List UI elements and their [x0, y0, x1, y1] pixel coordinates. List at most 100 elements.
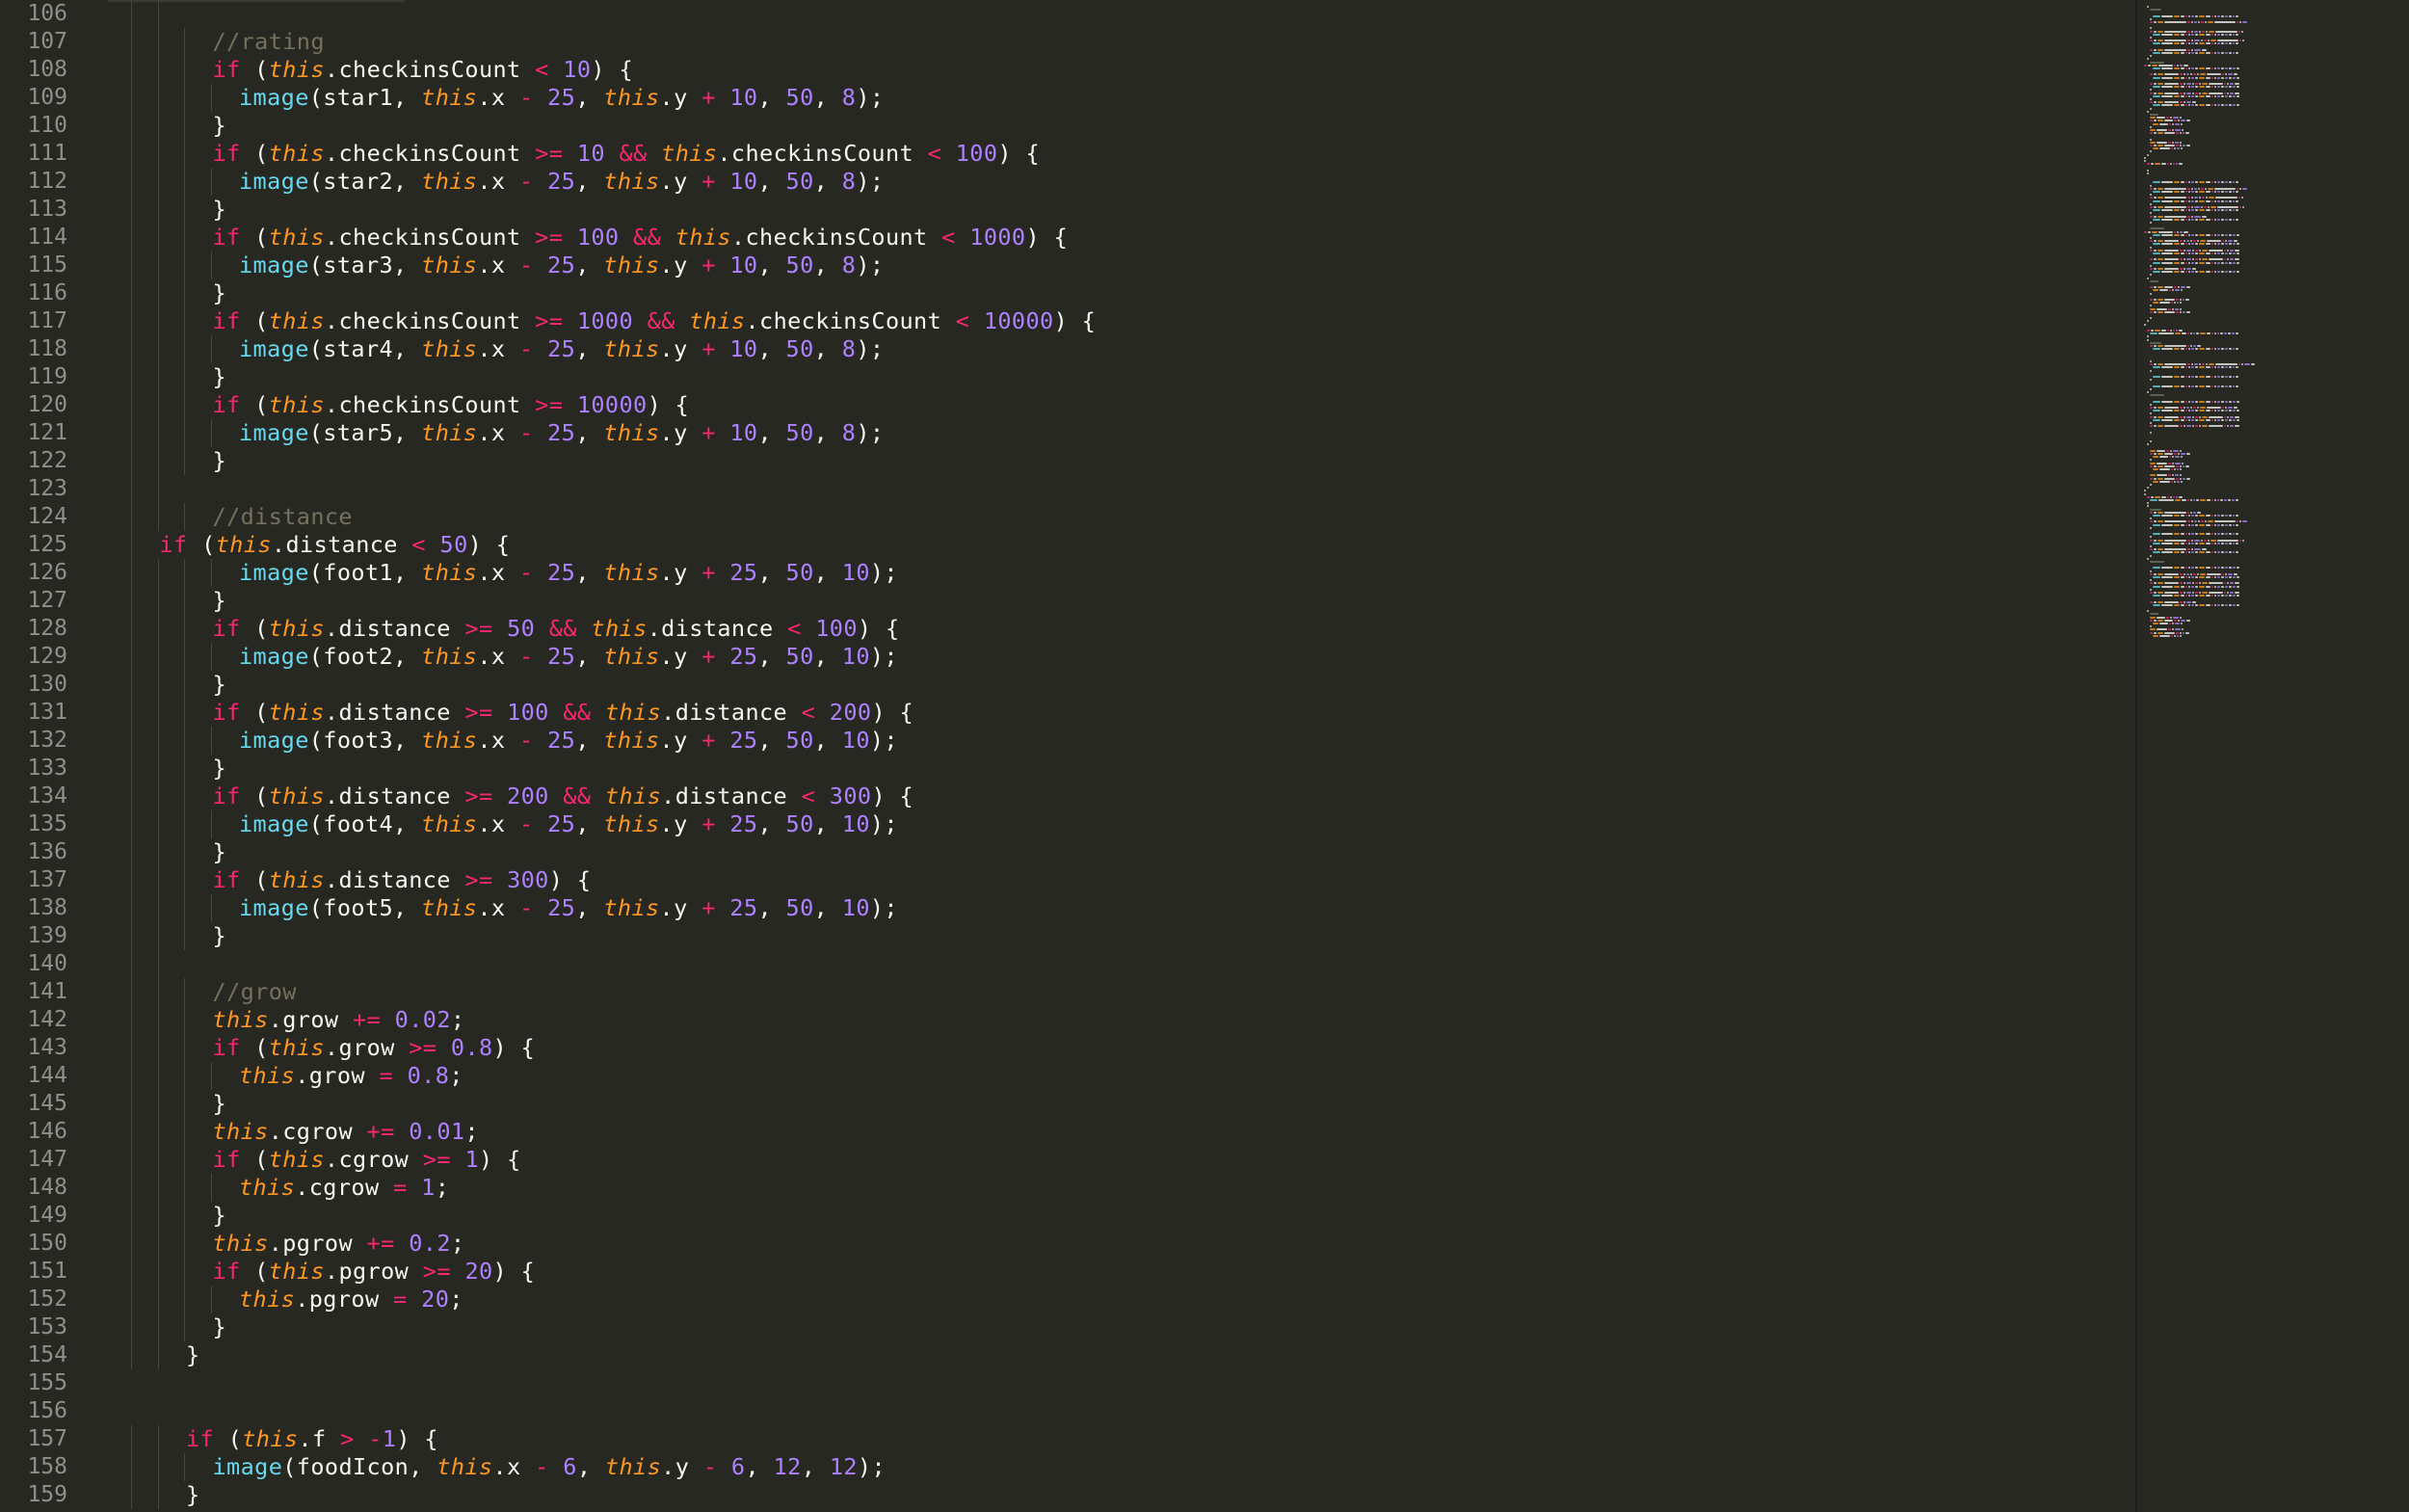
code-line[interactable]: this.cgrow += 0.01;: [108, 1118, 2131, 1146]
code-line[interactable]: this.pgrow = 20;: [108, 1286, 2131, 1313]
minimap-stroke: [2150, 305, 2152, 307]
minimap-stroke: [2190, 520, 2193, 523]
minimap[interactable]: [2135, 0, 2409, 1512]
code-line[interactable]: if (this.checkinsCount >= 10000) {: [108, 391, 2131, 419]
code-line[interactable]: [108, 0, 2131, 28]
minimap-stroke: [2185, 595, 2187, 597]
code-line[interactable]: //distance: [108, 503, 2131, 531]
code-line[interactable]: [108, 1397, 2131, 1425]
code-line[interactable]: }: [108, 1341, 2131, 1369]
code-line[interactable]: }: [108, 1090, 2131, 1118]
token-tx: [716, 727, 730, 754]
minimap-stroke: [2216, 181, 2220, 184]
minimap-stroke: [2191, 86, 2194, 89]
code-line[interactable]: image(foot2, this.x - 25, this.y + 25, 5…: [108, 643, 2131, 671]
minimap-stroke: [2192, 332, 2195, 335]
minimap-stroke: [2178, 495, 2183, 498]
minimap-stroke: [2228, 94, 2232, 97]
code-line[interactable]: image(star4, this.x - 25, this.y + 10, 5…: [108, 335, 2131, 363]
line-number: 145: [27, 1091, 67, 1116]
code-line[interactable]: }: [108, 112, 2131, 140]
code-line[interactable]: if (this.pgrow >= 20) {: [108, 1258, 2131, 1286]
code-line[interactable]: if (this.checkinsCount >= 10 && this.che…: [108, 140, 2131, 168]
code-line[interactable]: if (this.cgrow >= 1) {: [108, 1146, 2131, 1174]
code-line[interactable]: this.grow += 0.02;: [108, 1006, 2131, 1034]
code-line[interactable]: }: [108, 755, 2131, 783]
minimap-stroke: [2164, 511, 2186, 514]
code-line[interactable]: //grow: [108, 978, 2131, 1006]
token-tx: (star2,: [308, 168, 422, 195]
code-line[interactable]: this.cgrow = 1;: [108, 1174, 2131, 1202]
code-line[interactable]: //rating: [108, 28, 2131, 56]
token-tx: .grow: [324, 1034, 410, 1061]
minimap-stroke: [2189, 332, 2192, 335]
code-line[interactable]: [108, 475, 2131, 503]
token-tx: [815, 783, 830, 809]
minimap-stroke: [2186, 40, 2190, 42]
code-line[interactable]: if (this.distance >= 300) {: [108, 866, 2131, 894]
code-line[interactable]: if (this.distance < 50) {: [108, 531, 2131, 559]
code-line[interactable]: image(star1, this.x - 25, this.y + 10, 5…: [108, 84, 2131, 112]
code-line[interactable]: }: [108, 1313, 2131, 1341]
code-line[interactable]: image(star2, this.x - 25, this.y + 10, 5…: [108, 168, 2131, 196]
minimap-stroke: [2154, 464, 2157, 467]
code-line[interactable]: this.pgrow += 0.2;: [108, 1230, 2131, 1258]
code-line[interactable]: image(foodIcon, this.x - 6, this.y - 6, …: [108, 1453, 2131, 1481]
code-line[interactable]: if (this.distance >= 100 && this.distanc…: [108, 699, 2131, 727]
minimap-stroke: [2158, 21, 2163, 23]
minimap-stroke: [2180, 366, 2184, 369]
code-line[interactable]: }: [108, 922, 2131, 950]
code-area[interactable]: //rating if (this.checkinsCount < 10) {im…: [108, 0, 2131, 1512]
minimap-stroke: [2167, 628, 2171, 631]
code-line[interactable]: image(star3, this.x - 25, this.y + 10, 5…: [108, 252, 2131, 279]
code-line[interactable]: }: [108, 196, 2131, 224]
token-num: 6: [730, 1453, 746, 1480]
code-line[interactable]: }: [108, 587, 2131, 615]
code-line[interactable]: image(star5, this.x - 25, this.y + 10, 5…: [108, 419, 2131, 447]
token-tx: .distance: [324, 783, 465, 809]
minimap-stroke: [2153, 567, 2160, 570]
code-line[interactable]: if (this.distance >= 200 && this.distanc…: [108, 783, 2131, 810]
code-line[interactable]: image(foot3, this.x - 25, this.y + 25, 5…: [108, 727, 2131, 755]
indent-guide: [184, 1062, 185, 1090]
minimap-stroke: [2158, 407, 2163, 409]
code-line[interactable]: }: [108, 1481, 2131, 1509]
code-line[interactable]: [108, 950, 2131, 978]
token-tx: .x: [477, 559, 519, 586]
minimap-stroke: [2232, 94, 2236, 97]
token-tx: [591, 699, 605, 726]
minimap-stroke: [2180, 400, 2184, 403]
code-line[interactable]: image(foot5, this.x - 25, this.y + 25, 5…: [108, 894, 2131, 922]
code-line[interactable]: if (this.checkinsCount >= 1000 && this.c…: [108, 307, 2131, 335]
code-line[interactable]: if (this.distance >= 50 && this.distance…: [108, 615, 2131, 643]
code-line[interactable]: this.grow = 0.8;: [108, 1062, 2131, 1090]
minimap-stroke: [2173, 261, 2180, 264]
minimap-stroke: [2226, 582, 2229, 585]
minimap-stroke: [2235, 258, 2239, 261]
code-line[interactable]: if (this.checkinsCount >= 100 && this.ch…: [108, 224, 2131, 252]
code-line[interactable]: }: [108, 838, 2131, 866]
code-line[interactable]: }: [108, 447, 2131, 475]
code-line[interactable]: if (this.checkinsCount < 10) {: [108, 56, 2131, 84]
code-line[interactable]: if (this.f > -1) {: [108, 1425, 2131, 1453]
code-line[interactable]: }: [108, 279, 2131, 307]
token-this: this: [212, 1006, 269, 1033]
token-tx: [563, 391, 577, 418]
code-line[interactable]: image(foot1, this.x - 25, this.y + 25, 5…: [108, 559, 2131, 587]
code-line[interactable]: }: [108, 363, 2131, 391]
minimap-stroke: [2232, 86, 2236, 89]
code-line[interactable]: image(foot4, this.x - 25, this.y + 25, 5…: [108, 810, 2131, 838]
minimap-stroke: [2186, 572, 2189, 575]
code-line[interactable]: }: [108, 1202, 2131, 1230]
minimap-stroke: [2144, 160, 2146, 162]
indent-guide: [184, 755, 185, 783]
code-line[interactable]: if (this.grow >= 0.8) {: [108, 1034, 2131, 1062]
minimap-stroke: [2232, 218, 2235, 221]
minimap-stroke: [2188, 261, 2190, 264]
minimap-stroke: [2179, 132, 2182, 135]
code-line[interactable]: [108, 1369, 2131, 1397]
code-editor[interactable]: 106 107 108 109 110 111 112 113 114 115 116 117 118 1…: [0, 0, 2409, 1512]
minimap-stroke: [2229, 592, 2234, 594]
code-line[interactable]: }: [108, 671, 2131, 699]
minimap-stroke: [2185, 477, 2190, 480]
